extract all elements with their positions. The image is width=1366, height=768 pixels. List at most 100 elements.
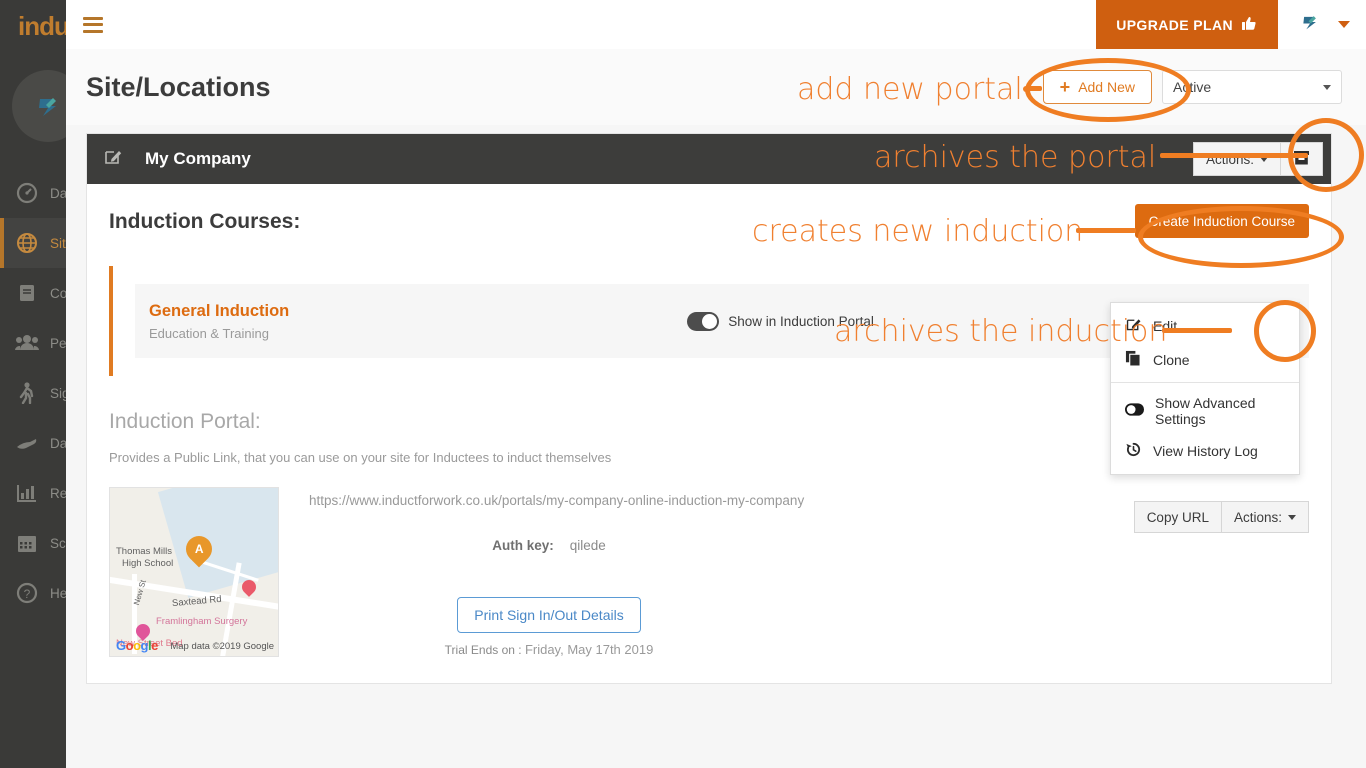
walking-person-icon	[10, 378, 44, 408]
sidebar-item-reports[interactable]: Reports	[0, 468, 66, 518]
page-header-actions: + Add New Active	[1042, 70, 1342, 104]
induction-name[interactable]: General Induction	[149, 302, 289, 321]
status-filter-select[interactable]: Active	[1162, 70, 1342, 104]
induction-courses-heading: Induction Courses:	[109, 210, 301, 233]
sidebar-item-schedule[interactable]: Schedule	[0, 518, 66, 568]
sidebar-item-label: Sign In/Out	[50, 385, 66, 401]
sidebar-item-label: Site/Locations	[50, 235, 66, 251]
calendar-icon	[10, 528, 44, 558]
page-header: Site/Locations + Add New Active	[66, 49, 1366, 125]
upgrade-plan-button[interactable]: UPGRADE PLAN	[1096, 0, 1278, 49]
sidebar-item-people[interactable]: People	[0, 318, 66, 368]
archive-box-icon	[1293, 150, 1310, 169]
book-icon	[10, 278, 44, 308]
menu-item-label: Clone	[1153, 352, 1190, 368]
sidebar: inductforwork Dashboard Site/Locations	[0, 0, 66, 768]
portal-public-url[interactable]: https://www.inductforwork.co.uk/portals/…	[309, 493, 804, 508]
sidebar-item-label: Data	[50, 435, 66, 451]
portal-info: https://www.inductforwork.co.uk/portals/…	[309, 487, 804, 657]
map-label: Thomas Mills	[116, 546, 172, 557]
induction-category: Education & Training	[149, 325, 269, 341]
portal-actions-label: Actions:	[1205, 151, 1254, 167]
sidebar-item-label: People	[50, 335, 66, 351]
portal-url-actions: Copy URL Actions:	[1133, 501, 1309, 533]
page-title: Site/Locations	[86, 71, 271, 102]
menu-item-view-history-log[interactable]: View History Log	[1111, 434, 1299, 468]
upgrade-plan-label: UPGRADE PLAN	[1116, 16, 1233, 33]
top-bar-right: UPGRADE PLAN	[1096, 0, 1366, 49]
copy-icon	[1125, 350, 1142, 370]
auth-key-row: Auth key: qilede	[309, 538, 789, 553]
print-section: Print Sign In/Out Details Trial Ends on …	[309, 597, 789, 657]
app-root: inductforwork Dashboard Site/Locations	[0, 0, 1366, 768]
menu-item-show-advanced-settings[interactable]: Show Advanced Settings	[1111, 388, 1299, 434]
sidebar-item-data[interactable]: Data	[0, 418, 66, 468]
trial-info: Trial Ends on : Friday, May 17th 2019	[309, 642, 789, 657]
edit-pencil-icon[interactable]	[103, 147, 123, 172]
induction-portal-toggle-group: Show in Induction Portal	[687, 311, 874, 331]
sidebar-item-signinout[interactable]: Sign In/Out	[0, 368, 66, 418]
sidebar-item-site-locations[interactable]: Site/Locations	[0, 218, 66, 268]
menu-item-label: Show Advanced Settings	[1155, 395, 1256, 427]
gauge-icon	[10, 178, 44, 208]
history-icon	[1125, 441, 1142, 461]
create-induction-course-button[interactable]: Create Induction Course	[1134, 204, 1309, 238]
toggle-knob	[702, 313, 718, 329]
induction-portal-body: A Thomas Mills High School New St Saxtea…	[109, 487, 1309, 657]
map-label: High School	[122, 558, 174, 569]
menu-item-label: Edit	[1153, 318, 1178, 334]
bar-chart-icon	[10, 478, 44, 508]
sidebar-item-label: Schedule	[50, 535, 66, 551]
top-bar: UPGRADE PLAN	[66, 0, 1366, 49]
copy-url-button[interactable]: Copy URL	[1133, 501, 1222, 533]
sidebar-item-label: Reports	[50, 485, 66, 501]
portal-actions-dropdown[interactable]: Actions:	[1192, 142, 1281, 176]
portal-url-actions-dropdown[interactable]: Actions:	[1221, 501, 1309, 533]
map-label: Saxtead Rd	[171, 593, 223, 610]
people-icon	[10, 328, 44, 358]
portal-card-actions: Actions:	[1192, 142, 1323, 176]
sidebar-items: Dashboard Site/Locations Content People	[0, 168, 66, 618]
hand-icon	[10, 428, 44, 458]
status-filter-value: Active	[1173, 79, 1212, 95]
chevron-down-icon[interactable]	[1338, 21, 1350, 28]
auth-key-label: Auth key:	[492, 538, 554, 553]
brand-logo-icon	[39, 98, 56, 116]
map-marker-letter: A	[194, 542, 204, 557]
map-attribution: Map data ©2019 Google	[170, 641, 274, 652]
menu-divider	[1111, 382, 1299, 383]
show-in-portal-toggle[interactable]	[687, 311, 720, 331]
menu-item-clone[interactable]: Clone	[1111, 343, 1299, 377]
google-logo: Google	[116, 638, 158, 653]
print-sign-in-out-button[interactable]: Print Sign In/Out Details	[457, 597, 641, 633]
map-thumbnail[interactable]: A Thomas Mills High School New St Saxtea…	[109, 487, 279, 657]
induction-info: General Induction Education & Training	[149, 302, 289, 341]
sidebar-avatar	[12, 70, 66, 142]
add-new-button[interactable]: + Add New	[1042, 70, 1152, 104]
sidebar-logo: inductforwork	[18, 10, 66, 41]
toggle-icon	[1125, 403, 1144, 419]
sidebar-item-label: Help	[50, 585, 66, 601]
trial-date: Friday, May 17th 2019	[524, 642, 654, 657]
induction-actions-menu[interactable]: Edit Clone Show Advanced Settings View H…	[1110, 302, 1300, 475]
add-new-label: Add New	[1078, 79, 1135, 95]
auth-key-value: qilede	[569, 538, 606, 553]
hamburger-icon[interactable]	[83, 16, 103, 33]
sidebar-item-label: Dashboard	[50, 185, 66, 201]
map-water	[157, 488, 278, 598]
menu-item-label: View History Log	[1153, 443, 1258, 459]
thumbs-up-icon	[1241, 15, 1258, 35]
trial-prefix: Trial Ends on :	[444, 643, 522, 657]
user-menu[interactable]	[1278, 0, 1366, 49]
avatar[interactable]	[1296, 8, 1324, 41]
chevron-down-icon	[1323, 84, 1331, 90]
map-label: Framlingham Surgery	[156, 616, 248, 627]
sidebar-item-dashboard[interactable]: Dashboard	[0, 168, 66, 218]
sidebar-item-label: Content	[50, 285, 66, 301]
portal-card-header: My Company Actions:	[87, 134, 1331, 184]
menu-item-edit[interactable]: Edit	[1111, 309, 1299, 343]
portal-archive-button[interactable]	[1281, 142, 1323, 176]
sidebar-item-content[interactable]: Content	[0, 268, 66, 318]
portal-url-actions-label: Actions:	[1233, 509, 1282, 525]
sidebar-item-help[interactable]: ? Help	[0, 568, 66, 618]
